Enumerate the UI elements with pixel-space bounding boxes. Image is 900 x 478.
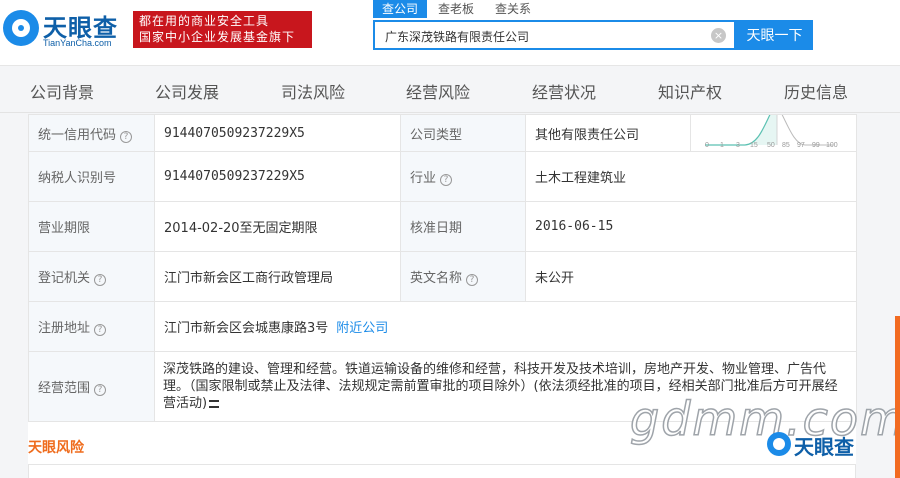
registered-address-value: 江门市新会区会城惠康路3号 附近公司 xyxy=(154,301,857,352)
company-type-value: 其他有限责任公司 xyxy=(525,114,691,152)
axis-tick: 85 xyxy=(782,142,790,149)
eye-logo-icon xyxy=(3,10,39,46)
table-row: 登记机关? 江门市新会区工商行政管理局 英文名称? 未公开 xyxy=(28,251,857,302)
search-box: × xyxy=(373,20,736,50)
axis-tick: 0 xyxy=(705,142,709,149)
registration-authority-value: 江门市新会区工商行政管理局 xyxy=(154,251,401,302)
nav-operating-status[interactable]: 经营状况 xyxy=(532,79,596,103)
tianyancha-logo[interactable]: 天眼查 TianYanCha.com xyxy=(3,6,129,50)
axis-tick: 1 xyxy=(720,142,724,149)
industry-value: 土木工程建筑业 xyxy=(525,151,857,202)
eye-logo-icon xyxy=(767,432,791,456)
nav-judicial-risk[interactable]: 司法风险 xyxy=(281,79,345,103)
nav-operating-risk[interactable]: 经营风险 xyxy=(406,79,470,103)
taxpayer-id-value: 9144070509237229X5 xyxy=(154,151,401,202)
search-tab-relation[interactable]: 查关系 xyxy=(495,0,531,18)
risk-section-box xyxy=(28,464,856,478)
table-row: 纳税人识别号 9144070509237229X5 行业? 土木工程建筑业 xyxy=(28,151,857,202)
axis-tick: 97 xyxy=(797,142,805,149)
credit-code-value: 9144070509237229X5 xyxy=(154,114,401,152)
search-button[interactable]: 天眼一下 xyxy=(736,20,813,50)
nearby-companies-link[interactable]: 附近公司 xyxy=(336,321,388,336)
business-term-value: 2014-02-20至无固定期限 xyxy=(154,201,401,252)
help-icon[interactable]: ? xyxy=(466,274,479,286)
approval-date-value: 2016-06-15 xyxy=(525,201,857,252)
search-tab-boss[interactable]: 查老板 xyxy=(438,0,474,18)
help-icon[interactable]: ? xyxy=(440,174,453,186)
business-scope-label: 经营范围? xyxy=(28,351,155,422)
slogan-line-2: 国家中小企业发展基金旗下 xyxy=(139,30,296,44)
registered-address-label: 注册地址? xyxy=(28,301,155,352)
slogan-banner: 都在用的商业安全工具 国家中小企业发展基金旗下 xyxy=(133,11,312,48)
search-input[interactable] xyxy=(385,26,705,46)
credit-code-label: 统一信用代码? xyxy=(28,114,155,152)
help-icon[interactable]: ? xyxy=(94,274,107,286)
company-type-label: 公司类型 xyxy=(400,114,526,152)
table-row: 统一信用代码? 9144070509237229X5 公司类型 其他有限责任公司… xyxy=(28,114,857,152)
collapse-icon[interactable] xyxy=(209,400,220,408)
axis-tick: 99 xyxy=(812,142,820,149)
business-term-label: 营业期限 xyxy=(28,201,155,252)
industry-label: 行业? xyxy=(400,151,526,202)
watermark-logo-name: 天眼查 xyxy=(794,435,854,459)
percentile-chart-cell: 0 1 3 15 50 85 97 99 100 xyxy=(690,114,857,152)
percentile-axis: 0 1 3 15 50 85 97 99 100 xyxy=(705,142,838,149)
clear-icon[interactable]: × xyxy=(711,28,726,43)
axis-tick: 50 xyxy=(767,142,775,149)
english-name-value: 未公开 xyxy=(525,251,857,302)
help-icon[interactable]: ? xyxy=(94,384,107,396)
nav-history-info[interactable]: 历史信息 xyxy=(784,79,848,103)
help-icon[interactable]: ? xyxy=(94,324,107,336)
registration-authority-label: 登记机关? xyxy=(28,251,155,302)
nav-company-development[interactable]: 公司发展 xyxy=(155,79,219,103)
table-row: 营业期限 2014-02-20至无固定期限 核准日期 2016-06-15 xyxy=(28,201,857,252)
help-icon[interactable]: ? xyxy=(120,130,133,143)
top-header: 天眼查 TianYanCha.com 都在用的商业安全工具 国家中小企业发展基金… xyxy=(0,0,900,66)
taxpayer-id-label: 纳税人识别号 xyxy=(28,151,155,202)
axis-tick: 15 xyxy=(750,142,758,149)
approval-date-label: 核准日期 xyxy=(400,201,526,252)
watermark-text: gdmm.com xyxy=(629,391,900,447)
search-tab-company[interactable]: 查公司 xyxy=(373,0,428,18)
business-info-table: 统一信用代码? 9144070509237229X5 公司类型 其他有限责任公司… xyxy=(28,114,857,422)
nav-company-background[interactable]: 公司背景 xyxy=(30,79,94,103)
section-nav: 公司背景 公司发展 司法风险 经营风险 经营状况 知识产权 历史信息 xyxy=(0,67,900,113)
slogan-line-1: 都在用的商业安全工具 xyxy=(139,14,270,28)
logo-subtitle: TianYanCha.com xyxy=(43,38,112,48)
scrollbar[interactable] xyxy=(895,316,900,478)
axis-tick: 3 xyxy=(736,142,740,149)
risk-section-title: 天眼风险 xyxy=(28,440,84,456)
nav-intellectual-property[interactable]: 知识产权 xyxy=(658,79,722,103)
table-row: 注册地址? 江门市新会区会城惠康路3号 附近公司 xyxy=(28,301,857,352)
address-text: 江门市新会区会城惠康路3号 xyxy=(164,321,329,336)
english-name-label: 英文名称? xyxy=(400,251,526,302)
axis-tick: 100 xyxy=(826,142,838,149)
